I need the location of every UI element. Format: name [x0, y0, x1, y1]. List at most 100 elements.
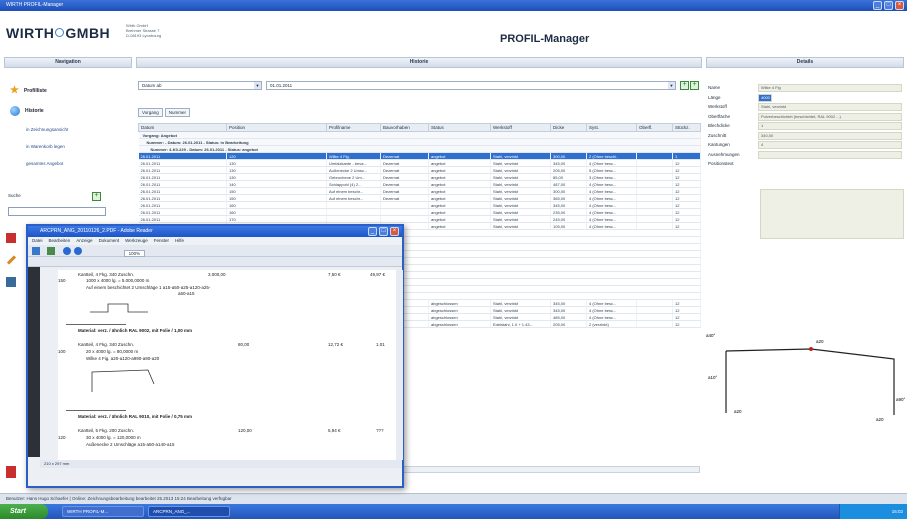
add-button[interactable]: +	[690, 81, 699, 90]
table-cell: 1	[672, 152, 701, 160]
table-cell	[636, 159, 673, 167]
table-row[interactable]: 26.01.2011 150 Auf einem beschr... Dezernat…	[138, 194, 701, 202]
column-header[interactable]: Status	[428, 123, 491, 132]
detail-label: Kantungen	[708, 142, 730, 147]
company-address: Wirth GmbH Brehmer Strasse 7 D-08193 Lyo…	[126, 23, 162, 38]
reader-maximize-icon[interactable]: □	[379, 227, 388, 236]
table-cell: 26.01.2011	[138, 152, 227, 160]
reader-menu-item[interactable]: Fenster	[154, 237, 169, 245]
table-cell	[636, 306, 673, 314]
table-cell: 4 (Ohne besc...	[586, 306, 637, 314]
table-cell: 4 (Ohne besc...	[586, 222, 637, 230]
reader-menu-item[interactable]: Bearbeiten	[49, 237, 71, 245]
search-add-button[interactable]: +	[92, 192, 101, 201]
search-input[interactable]	[8, 207, 106, 216]
group-row[interactable]: Nummer: - Datum: 26.01.2011 - Status: in…	[138, 138, 701, 146]
date-value-input[interactable]: 01.01.2011 ▼	[266, 81, 676, 90]
column-header[interactable]: Dicke	[550, 123, 587, 132]
detail-value[interactable]: 4000	[758, 93, 772, 102]
star-icon: ★	[10, 85, 19, 96]
reader-menu-item[interactable]: Dokument	[99, 237, 120, 245]
app-title: PROFIL-Manager	[500, 33, 590, 45]
detail-value[interactable]: 1	[758, 122, 902, 130]
column-header[interactable]: Syst.	[586, 123, 637, 132]
detail-value[interactable]	[758, 150, 902, 159]
reader-minimize-icon[interactable]: _	[368, 227, 377, 236]
column-header[interactable]: Datum	[138, 123, 227, 132]
detail-value[interactable]: 4	[758, 141, 902, 149]
table-row[interactable]: 26.01.2011 170 angebot Stahl, verzinkt 245,0…	[138, 215, 701, 223]
table-cell: Dezernat	[380, 166, 429, 174]
table-cell: angebot	[428, 215, 491, 223]
doc-pos3-line2: 30 x 4000 lg. = 120,0000 m	[86, 435, 141, 440]
zoom-select[interactable]: 100%	[123, 250, 146, 257]
detail-value[interactable]: Stahl, verzinkt	[758, 103, 902, 111]
doc-pos3-line3: Außenecke 2 Umschläge a15-a50-a140-a15	[86, 442, 175, 447]
column-header[interactable]: Profilname	[326, 123, 381, 132]
reader-toolbar-2	[28, 257, 402, 267]
nav-sub-zeichnungsansicht[interactable]: in Zeichnungsansicht	[26, 124, 132, 136]
print-icon[interactable]	[32, 247, 40, 255]
start-button[interactable]: Start	[0, 504, 48, 519]
date-filter-select[interactable]: Datum ab ▼	[138, 81, 262, 90]
position-text-area[interactable]	[760, 189, 904, 239]
group-row[interactable]: Vorgang: Angebot	[138, 131, 701, 139]
pencil-icon[interactable]	[6, 255, 17, 265]
nav-item-historie[interactable]: Historie	[10, 104, 132, 118]
table-row[interactable]: 26.01.2011 130 Gebrochene 2 Um... Dezernat a…	[138, 173, 701, 181]
detail-value[interactable]: 340,00	[758, 131, 902, 140]
share-icon[interactable]	[47, 247, 56, 255]
table-cell: 130	[226, 166, 327, 174]
table-cell	[380, 208, 429, 216]
reader-menu-item[interactable]: Datei	[32, 237, 43, 245]
detail-value[interactable]: Pulverbeschichtet (beschichtet, RAL 9002…	[758, 112, 902, 121]
maximize-icon[interactable]: □	[884, 1, 893, 10]
group-nummer-chip[interactable]: Nummer	[164, 108, 191, 117]
reader-menu-item[interactable]: Anzeige	[76, 237, 92, 245]
prev-page-icon[interactable]	[62, 247, 71, 255]
table-cell: angebot	[428, 152, 491, 160]
reader-scrollbar[interactable]	[396, 270, 403, 460]
next-page-icon[interactable]	[74, 247, 83, 255]
table-row[interactable]: 26.01.2011 160 angebot Stahl, verzinkt 345,0…	[138, 201, 701, 209]
reader-menu-item[interactable]: Hilfe	[175, 237, 184, 245]
table-row[interactable]: 26.01.2011 160 angebot Stahl, verzinkt 235,0…	[138, 208, 701, 216]
group-vorgang-chip[interactable]: Vorgang	[138, 108, 163, 117]
group-label: Nummer: - Datum: 26.01.2011 - Status: in…	[138, 138, 701, 146]
close-icon[interactable]: ×	[895, 1, 904, 10]
sketch-label: a20	[876, 417, 884, 422]
column-header[interactable]: Oberfl.	[636, 123, 673, 132]
column-header[interactable]: Position	[226, 123, 327, 132]
pdf-page: Kantteil, 4 Fkg. 340 Zuschn. 3.000,00 7,…	[58, 270, 396, 460]
nav-item-profilliste[interactable]: ★ Profilliste	[10, 84, 132, 98]
table-cell: 4 (Ohne besc...	[586, 159, 637, 167]
table-row[interactable]: 26.01.2011 130 Umfalzkante - beva... Dezern…	[138, 159, 701, 167]
group-row[interactable]: Nummer: 4-K0-229 - Datum: 26.01.2011 - S…	[138, 145, 701, 153]
basket-icon[interactable]	[6, 233, 16, 243]
table-row[interactable]: 26.01.2011 120 Wilke 4 Fig. Dezernat angebot…	[138, 152, 701, 160]
reader-menu-item[interactable]: Werkzeuge	[125, 237, 148, 245]
table-cell: Stahl, verzinkt	[490, 299, 551, 307]
task-profil-manager[interactable]: WIRTH PROFIL-M...	[62, 506, 144, 517]
column-header[interactable]: Stückz.	[672, 123, 701, 132]
table-cell: 4 (Ohne besc...	[586, 201, 637, 209]
minimize-icon[interactable]: _	[873, 1, 882, 10]
exit-icon[interactable]	[6, 466, 16, 478]
nav-sub-gesamtes-angebot[interactable]: gesamtes Angebot	[26, 158, 132, 170]
reader-close-icon[interactable]: ×	[390, 227, 399, 236]
table-cell: 3 (Ohne besc...	[586, 173, 637, 181]
doc-material-1: Material: verz. / ähnlich RAL 9002, mit …	[78, 328, 192, 333]
detail-value[interactable]: Wilke 4 Fig	[758, 84, 902, 92]
tools-icon[interactable]	[6, 277, 16, 287]
nav-sub-warenkorb[interactable]: in Warenkorb legen	[26, 141, 132, 153]
table-row[interactable]: 26.01.2011 130 Außenecke 2 Umsc... Dezernat…	[138, 166, 701, 174]
window-titlebar: WIRTH PROFIL-Manager _ □ ×	[0, 0, 907, 11]
table-cell	[636, 152, 673, 160]
task-acrobat[interactable]: ARCPRN_ANG_...	[148, 506, 230, 517]
column-header[interactable]: Bauvorhaben	[380, 123, 429, 132]
window-title: WIRTH PROFIL-Manager	[6, 2, 64, 8]
table-row[interactable]: 26.01.2011 150 Auf einem beschr... Dezernat…	[138, 187, 701, 195]
table-row[interactable]: 26.01.2011 140 Schlappohl (4) 2... Dezernat…	[138, 180, 701, 188]
refresh-button[interactable]: +	[680, 81, 689, 90]
column-header[interactable]: Werkstoff	[490, 123, 551, 132]
